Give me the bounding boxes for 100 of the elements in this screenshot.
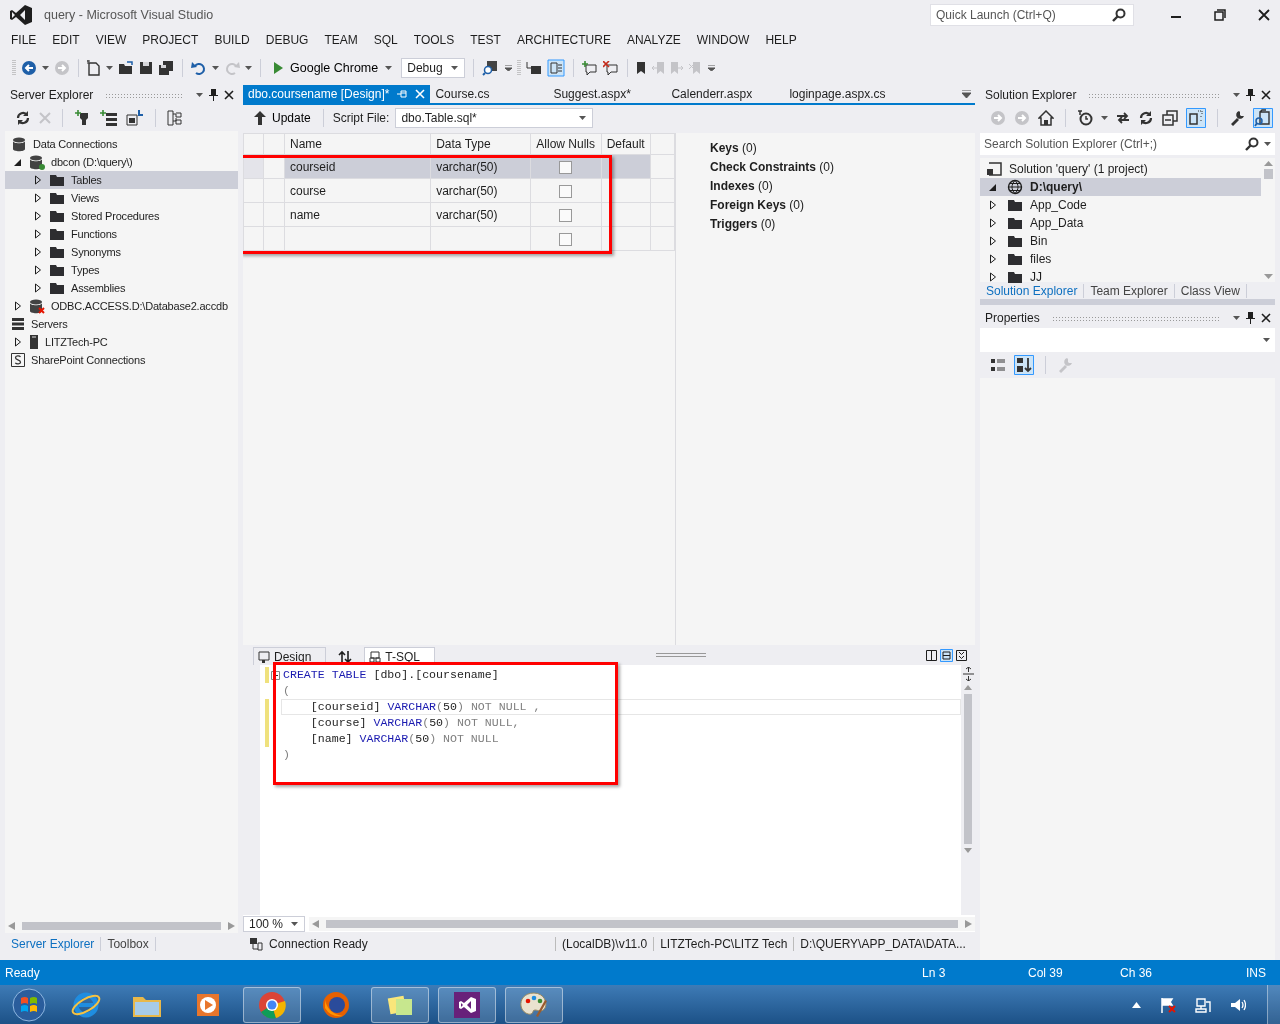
expanded-arrow-icon[interactable] (988, 182, 998, 192)
collapsed-arrow-icon[interactable] (33, 211, 43, 221)
collapsed-arrow-icon[interactable] (33, 265, 43, 275)
menu-item[interactable]: PROJECT (134, 33, 207, 47)
collapsed-arrow-icon[interactable] (988, 200, 998, 210)
tree-item[interactable]: Servers (5, 315, 238, 333)
taskbar-button[interactable] (438, 986, 496, 1023)
caret-icon[interactable] (385, 65, 393, 70)
document-tab[interactable]: loginpage.aspx.cs (784, 85, 891, 103)
split-vertical-icon[interactable] (926, 649, 937, 661)
tray-arrow-icon[interactable] (1132, 1001, 1141, 1008)
sync-icon[interactable] (1116, 111, 1130, 125)
upload-arrow-icon[interactable] (254, 110, 266, 125)
tree-item[interactable]: Data Connections (5, 135, 238, 153)
splitter-grip[interactable] (655, 653, 706, 657)
panel-tab[interactable]: Team Explorer (1084, 283, 1175, 298)
tree-item[interactable]: SharePoint Connections (5, 351, 238, 369)
server-add-icon[interactable] (100, 110, 118, 126)
code-line[interactable]: [name] VARCHAR(50) NOT NULL (281, 731, 961, 747)
close-icon[interactable] (1258, 9, 1270, 21)
tree-item[interactable]: Tables (5, 171, 238, 189)
collapse-pane-icon[interactable] (956, 649, 967, 661)
tree-item[interactable]: Bin (980, 232, 1261, 250)
menu-item[interactable]: BUILD (206, 33, 258, 47)
outdent-icon[interactable] (526, 60, 543, 75)
menu-item[interactable]: ANALYZE (618, 33, 689, 47)
tree-item[interactable]: Views (5, 189, 238, 207)
preview-icon[interactable] (1253, 108, 1273, 128)
configuration-dropdown[interactable]: Debug (401, 57, 466, 78)
overflow-icon[interactable] (708, 64, 716, 71)
scroll-thumb[interactable] (1263, 169, 1273, 179)
tree-item[interactable]: Functions (5, 225, 238, 243)
caret-icon[interactable] (1233, 316, 1240, 320)
network-icon[interactable] (1195, 996, 1211, 1013)
menu-item[interactable]: TOOLS (405, 33, 463, 47)
code-line[interactable]: ) (281, 747, 961, 763)
collapsed-arrow-icon[interactable] (33, 229, 43, 239)
undo-icon[interactable] (191, 59, 207, 76)
menu-item[interactable]: TEST (462, 33, 509, 47)
column-header[interactable]: Name (284, 133, 431, 155)
menu-item[interactable]: DEBUG (257, 33, 317, 47)
menu-item[interactable]: EDIT (44, 33, 88, 47)
document-tab[interactable]: Calenderr.aspx (666, 85, 767, 103)
tree-item[interactable]: Synonyms (5, 243, 238, 261)
panel-tab[interactable]: Solution Explorer (980, 283, 1085, 298)
search-icon[interactable] (1112, 8, 1126, 22)
table-cell[interactable]: varchar(50) (430, 178, 531, 203)
refresh-icon[interactable] (15, 110, 31, 126)
collapsed-arrow-icon[interactable] (988, 218, 998, 228)
close-icon[interactable] (1261, 313, 1271, 323)
caret-icon[interactable] (1264, 142, 1271, 146)
collapse-all-icon[interactable] (1162, 110, 1178, 126)
history-icon[interactable] (1077, 110, 1093, 126)
sort-alphabetical-icon[interactable] (1014, 355, 1034, 375)
quick-launch-field[interactable]: Quick Launch (Ctrl+Q) (930, 4, 1134, 26)
pin-icon[interactable] (1246, 89, 1255, 101)
update-button[interactable]: Update (251, 109, 314, 126)
fold-icon[interactable] (270, 670, 280, 680)
tree-item[interactable]: App_Data (980, 214, 1261, 232)
collapsed-arrow-icon[interactable] (13, 301, 23, 311)
scroll-left-icon[interactable] (8, 922, 15, 930)
taskbar-button[interactable] (371, 986, 429, 1023)
tab-list-icon[interactable] (962, 90, 971, 98)
run-button[interactable]: Google Chrome (269, 58, 397, 77)
scroll-up-icon[interactable] (1263, 161, 1273, 166)
script-file-dropdown[interactable]: dbo.Table.sql* (395, 107, 594, 128)
search-icon[interactable] (1245, 137, 1259, 151)
scroll-thumb[interactable] (964, 694, 972, 844)
volume-icon[interactable] (1230, 996, 1246, 1013)
search-field[interactable]: Search Solution Explorer (Ctrl+;) (980, 133, 1275, 155)
panel-tab[interactable]: Server Explorer (5, 937, 102, 951)
expanded-arrow-icon[interactable] (13, 157, 23, 167)
flag-icon[interactable] (1160, 996, 1176, 1013)
collapsed-arrow-icon[interactable] (988, 254, 998, 264)
panel-tab[interactable]: Toolbox (101, 937, 156, 951)
scrollbar[interactable] (961, 665, 975, 915)
close-icon[interactable] (1261, 90, 1271, 100)
home-icon[interactable] (1038, 110, 1054, 126)
zoom-dropdown[interactable]: 100 % (243, 915, 305, 932)
toolbar-grip[interactable] (517, 58, 522, 77)
tree-item[interactable]: Types (5, 261, 238, 279)
table-cell[interactable]: course (284, 178, 431, 203)
caret-icon[interactable] (196, 93, 203, 97)
caret-icon[interactable] (1101, 116, 1108, 120)
scroll-right-icon[interactable] (965, 919, 972, 928)
split-horizontal-icon[interactable] (940, 648, 953, 662)
tree-item[interactable]: D:\query\ (980, 178, 1261, 196)
caret-icon[interactable] (106, 65, 113, 70)
categorized-icon[interactable] (990, 357, 1006, 373)
comment-add-icon[interactable] (582, 60, 599, 75)
caret-icon[interactable] (579, 115, 587, 120)
collapsed-arrow-icon[interactable] (13, 337, 23, 347)
caret-icon[interactable] (1263, 338, 1270, 342)
menu-item[interactable]: FILE (3, 33, 45, 47)
tree-item[interactable]: dbcon (D:\query\) (5, 153, 238, 171)
checkbox[interactable] (559, 160, 573, 174)
taskbar-button[interactable] (505, 986, 563, 1023)
save-all-icon[interactable] (158, 59, 174, 76)
tree-item[interactable]: ODBC.ACCESS.D:\Database2.accdb (5, 297, 238, 315)
menu-item[interactable]: VIEW (87, 33, 135, 47)
